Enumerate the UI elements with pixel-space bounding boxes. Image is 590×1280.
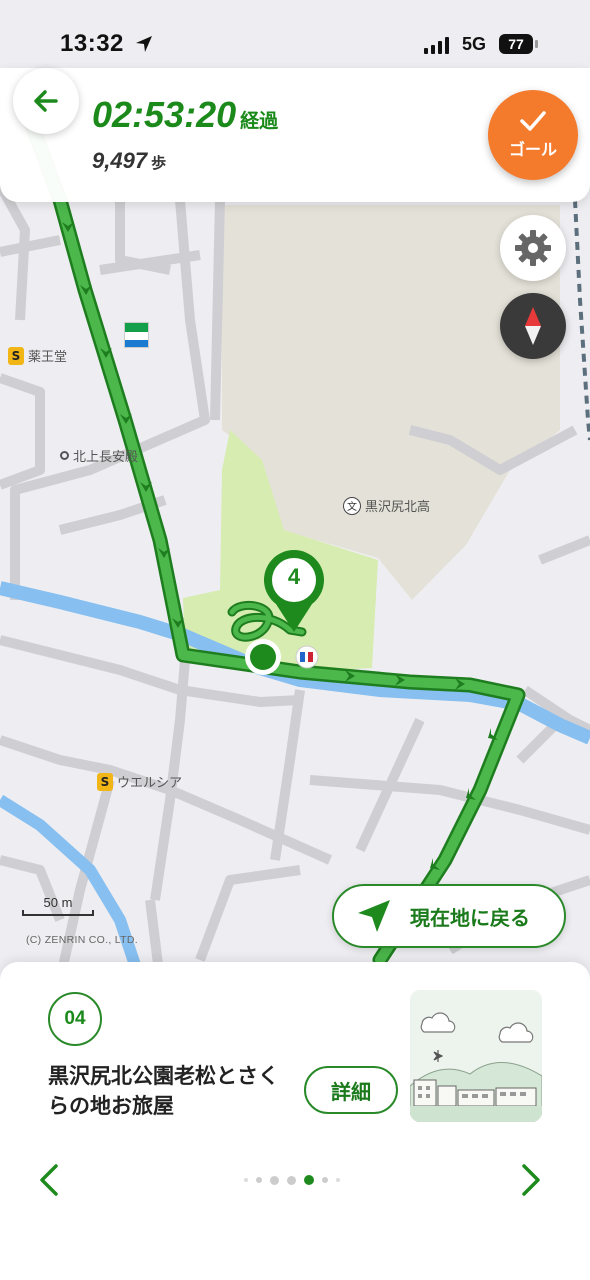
steps-display: 9,497 歩 bbox=[92, 148, 166, 174]
town-illustration bbox=[410, 990, 542, 1122]
back-button[interactable] bbox=[13, 68, 79, 134]
elapsed-time: 02:53:20 bbox=[92, 94, 237, 135]
compass-icon bbox=[525, 307, 541, 345]
point-icon bbox=[60, 451, 69, 460]
steps-count: 9,497 bbox=[92, 148, 148, 173]
status-time: 13:32 bbox=[60, 30, 124, 57]
arrow-left-icon bbox=[34, 90, 58, 112]
poi-label: 北上長安殿 bbox=[73, 449, 139, 464]
poi-school[interactable]: 文 黒沢尻北高 bbox=[343, 496, 430, 515]
map-scale: 50 m bbox=[22, 895, 94, 916]
spot-number-badge: 04 bbox=[48, 992, 102, 1046]
battery-level: 77 bbox=[508, 36, 524, 52]
spot-thumbnail[interactable] bbox=[410, 990, 542, 1122]
battery-icon: 77 bbox=[499, 34, 533, 54]
navigation-arrow-icon bbox=[358, 900, 390, 932]
school-icon: 文 bbox=[343, 496, 361, 515]
checkpoint-number[interactable]: 4 bbox=[280, 564, 308, 590]
poi-label: 黒沢尻北高 bbox=[365, 499, 431, 514]
steps-unit: 歩 bbox=[151, 155, 167, 172]
return-label: 現在地に戻る bbox=[410, 907, 530, 930]
battery-cap bbox=[535, 40, 538, 48]
settings-button[interactable] bbox=[500, 215, 566, 281]
status-bar: 13:32 5G 77 bbox=[0, 0, 590, 64]
spot-name: 黒沢尻北公園老松とさくらの地お旅屋 bbox=[48, 1065, 279, 1118]
poi-yakuodo[interactable]: S 薬王堂 bbox=[8, 346, 67, 365]
goal-button[interactable]: ゴール bbox=[488, 90, 578, 180]
location-arrow-icon bbox=[136, 36, 152, 52]
toilet-icon bbox=[295, 645, 319, 669]
poi-kitakami[interactable]: 北上長安殿 bbox=[60, 446, 138, 465]
elapsed-unit: 経過 bbox=[240, 111, 279, 132]
return-to-location-button[interactable]: 現在地に戻る bbox=[332, 884, 566, 948]
checkmark-icon bbox=[520, 111, 546, 131]
chevron-left-icon[interactable] bbox=[36, 1162, 64, 1198]
compass-button[interactable] bbox=[500, 293, 566, 359]
elapsed-time-display: 02:53:20 経過 bbox=[92, 94, 278, 136]
convenience-store-icon bbox=[124, 322, 149, 348]
poi-label: ウエルシア bbox=[117, 775, 183, 790]
poi-label: 薬王堂 bbox=[28, 349, 68, 364]
gear-icon bbox=[515, 230, 551, 266]
goal-label: ゴール bbox=[508, 142, 557, 159]
page-indicator bbox=[244, 1175, 340, 1185]
detail-button[interactable]: 詳細 bbox=[304, 1066, 398, 1114]
poi-welcia[interactable]: S ウエルシア bbox=[97, 772, 182, 791]
scale-bar bbox=[22, 910, 94, 916]
signal-icon bbox=[424, 36, 449, 54]
shopping-bag-icon: S bbox=[8, 346, 24, 365]
shopping-bag-icon: S bbox=[97, 772, 113, 791]
network-type: 5G bbox=[462, 34, 487, 54]
map-copyright: (C) ZENRIN CO., LTD. bbox=[26, 934, 138, 946]
spot-panel: 04 黒沢尻北公園老松とさくらの地お旅屋 詳細 bbox=[0, 962, 590, 1280]
chevron-right-icon[interactable] bbox=[516, 1162, 544, 1198]
scale-label: 50 m bbox=[43, 895, 73, 910]
page-indicator-active bbox=[304, 1175, 314, 1185]
